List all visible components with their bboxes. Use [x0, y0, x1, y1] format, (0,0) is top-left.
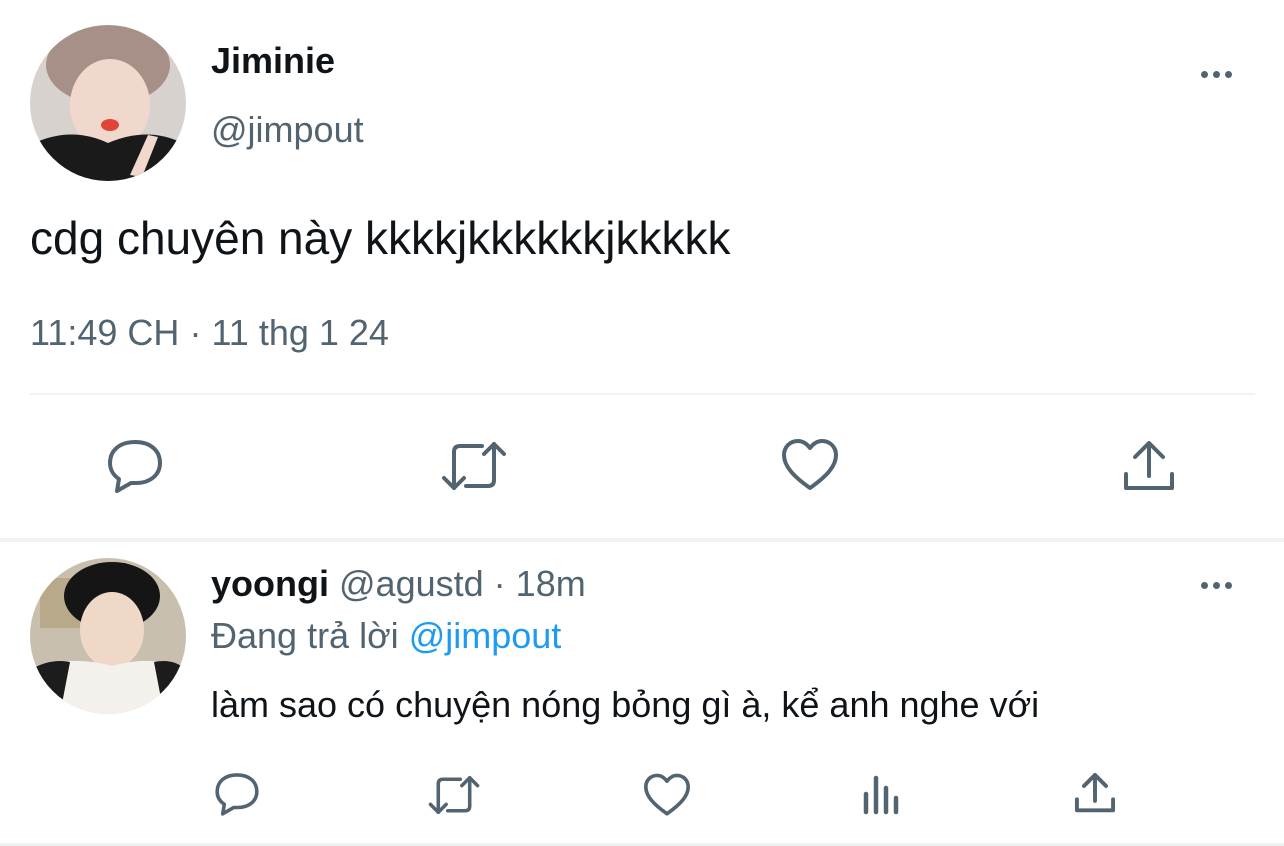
share-icon[interactable]	[1121, 438, 1177, 494]
retweet-icon[interactable]	[440, 438, 508, 494]
reply-age[interactable]: 18m	[516, 563, 586, 604]
timestamp-separator: ·	[189, 312, 202, 353]
reply-share-icon[interactable]	[1072, 770, 1118, 816]
replying-to: Đang trả lời @jimpout	[211, 614, 561, 658]
divider	[30, 393, 1255, 395]
reply-icon[interactable]	[104, 436, 166, 496]
author-avatar[interactable]	[30, 25, 186, 181]
more-options-icon[interactable]	[1201, 71, 1232, 78]
reply-retweet-icon[interactable]	[426, 772, 482, 818]
replying-to-prefix: Đang trả lời	[211, 615, 399, 656]
reply-author-avatar[interactable]	[30, 558, 186, 714]
reply-like-icon[interactable]	[642, 772, 692, 818]
replying-to-handle[interactable]: @jimpout	[409, 615, 562, 656]
jiminie-avatar-image	[30, 25, 186, 181]
author-handle[interactable]: @jimpout	[211, 109, 364, 151]
reply-author-name[interactable]: yoongi	[211, 563, 329, 604]
reply-header: yoongi @agustd · 18m	[211, 562, 586, 606]
reply-more-options-icon[interactable]	[1201, 582, 1232, 589]
tweet-date: 11 thg 1 24	[211, 312, 389, 353]
section-divider	[0, 538, 1284, 542]
reply-text: làm sao có chuyện nóng bỏng gì à, kể anh…	[211, 684, 1040, 725]
reply-author-handle[interactable]: @agustd	[339, 563, 484, 604]
author-name[interactable]: Jiminie	[211, 40, 335, 82]
reply-separator: ·	[493, 563, 506, 604]
like-icon[interactable]	[781, 438, 839, 492]
tweet-time: 11:49 CH	[30, 312, 180, 353]
tweet-text: cdg chuyên này kkkkjkkkkkkjkkkkk	[30, 212, 731, 264]
reply-reply-icon[interactable]	[213, 770, 261, 818]
tweet-timestamp[interactable]: 11:49 CH · 11 thg 1 24	[30, 310, 389, 356]
yoongi-avatar-image	[30, 558, 186, 714]
analytics-icon[interactable]	[858, 770, 906, 818]
